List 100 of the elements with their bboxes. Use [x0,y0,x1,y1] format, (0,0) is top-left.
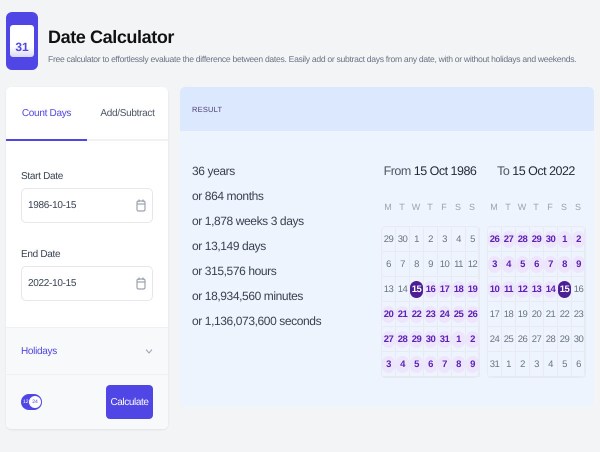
in-range-day[interactable]: 2 [572,230,585,248]
in-range-day[interactable]: 9 [466,356,479,372]
calendar-day[interactable]: 12 [466,256,479,272]
calendar-icon[interactable] [136,277,146,290]
in-range-day[interactable]: 23 [424,306,437,322]
in-range-day[interactable]: 9 [572,256,585,272]
in-range-day[interactable]: 8 [452,356,465,372]
in-range-day[interactable]: 10 [488,280,501,298]
in-range-day[interactable]: 3 [488,256,501,272]
in-range-day[interactable]: 6 [530,256,543,272]
result-line: 36 years [192,164,236,180]
in-range-day[interactable]: 1 [558,230,571,248]
field-label: End Date [21,249,62,260]
in-range-day[interactable]: 22 [410,306,423,322]
date-input-field[interactable]: 1986-10-15 [21,188,153,223]
in-range-day[interactable]: 2 [466,330,479,348]
weekday-label: T [426,202,434,214]
calendar-day[interactable]: 30 [572,330,585,348]
in-range-day[interactable]: 7 [438,356,451,372]
in-range-day[interactable]: 26 [466,306,479,322]
in-range-day[interactable]: 29 [410,330,423,348]
date-input-field[interactable]: 2022-10-15 [21,266,153,301]
in-range-day[interactable]: 14 [544,280,557,298]
calendar-day[interactable]: 1 [502,356,515,372]
calendar-day[interactable]: 21 [544,306,557,322]
in-range-day[interactable]: 21 [396,306,409,322]
weekday-label: T [504,202,512,214]
calendar-day[interactable]: 25 [502,330,515,348]
calendar-day[interactable]: 24 [488,330,501,348]
in-range-day[interactable]: 30 [544,230,557,248]
in-range-day[interactable]: 4 [502,256,515,272]
in-range-day[interactable]: 17 [438,280,451,298]
in-range-day[interactable]: 4 [396,356,409,372]
calendar-day[interactable]: 30 [396,230,409,248]
calendar-day[interactable]: 1 [410,230,423,248]
calculate-button[interactable]: Calculate [106,385,153,419]
in-range-day[interactable]: 28 [396,330,409,348]
in-range-day[interactable]: 27 [502,230,515,248]
in-range-day[interactable]: 29 [530,230,543,248]
calendar-day[interactable]: 29 [382,230,395,248]
calendar-day[interactable]: 10 [438,256,451,272]
calendar-day[interactable]: 26 [516,330,529,348]
calendar-day[interactable]: 11 [452,256,465,272]
calendar-day[interactable]: 4 [452,230,465,248]
calendar-day[interactable]: 9 [424,256,437,272]
in-range-day[interactable]: 24 [438,306,451,322]
calendar-icon[interactable] [136,199,146,212]
in-range-day[interactable]: 5 [410,356,423,372]
calendar-day[interactable]: 28 [544,330,557,348]
calendar-day[interactable]: 18 [502,306,515,322]
calendar-day[interactable]: 22 [558,306,571,322]
calendar-day[interactable]: 31 [488,356,501,372]
calendar-day[interactable]: 5 [558,356,571,372]
in-range-day[interactable]: 25 [452,306,465,322]
in-range-day[interactable]: 12 [516,280,529,298]
calendar-day[interactable]: 7 [396,256,409,272]
tab[interactable]: Count Days [6,87,87,141]
calendar-day[interactable]: 19 [516,306,529,322]
in-range-day[interactable]: 1 [452,330,465,348]
in-range-day[interactable]: 27 [382,330,395,348]
calendar-day[interactable]: 14 [396,280,409,298]
in-range-day[interactable]: 28 [516,230,529,248]
calendar-day[interactable]: 6 [382,256,395,272]
in-range-day[interactable]: 31 [438,330,451,348]
calendar-day[interactable]: 8 [410,256,423,272]
calendar-day[interactable]: 2 [516,356,529,372]
in-range-day[interactable]: 19 [466,280,479,298]
calendar-day[interactable]: 13 [382,280,395,298]
in-range-day[interactable]: 13 [530,280,543,298]
calendar-day[interactable]: 6 [572,356,585,372]
in-range-day[interactable]: 26 [488,230,501,248]
in-range-day[interactable]: 11 [502,280,515,298]
calendar-day[interactable]: 2 [424,230,437,248]
calendar-day[interactable]: 4 [544,356,557,372]
calendar-day[interactable]: 29 [558,330,571,348]
in-range-day[interactable]: 20 [382,306,395,322]
calendar-day[interactable]: 23 [572,306,585,322]
in-range-day[interactable]: 5 [516,256,529,272]
in-range-day[interactable]: 7 [544,256,557,272]
weekday-label: S [560,202,568,214]
result-line: or 13,149 days [192,239,267,255]
in-range-day[interactable]: 3 [382,356,395,372]
calendar-day[interactable]: 3 [530,356,543,372]
selected-day[interactable]: 15 [558,280,571,298]
result-line: or 315,576 hours [192,264,278,280]
calendar-day[interactable]: 27 [530,330,543,348]
calendar-day[interactable]: 5 [466,230,479,248]
calendar-day[interactable]: 20 [530,306,543,322]
calendar-day[interactable]: 16 [572,280,585,298]
selected-day[interactable]: 15 [410,280,423,298]
in-range-day[interactable]: 30 [424,330,437,348]
holidays-label[interactable]: Holidays [21,346,57,356]
holidays-section[interactable]: Holidays [6,327,168,375]
tab[interactable]: Add/Subtract [87,87,168,141]
in-range-day[interactable]: 8 [558,256,571,272]
calendar-day[interactable]: 3 [438,230,451,248]
calendar-day[interactable]: 17 [488,306,501,322]
in-range-day[interactable]: 18 [452,280,465,298]
in-range-day[interactable]: 16 [424,280,437,298]
in-range-day[interactable]: 6 [424,356,437,372]
